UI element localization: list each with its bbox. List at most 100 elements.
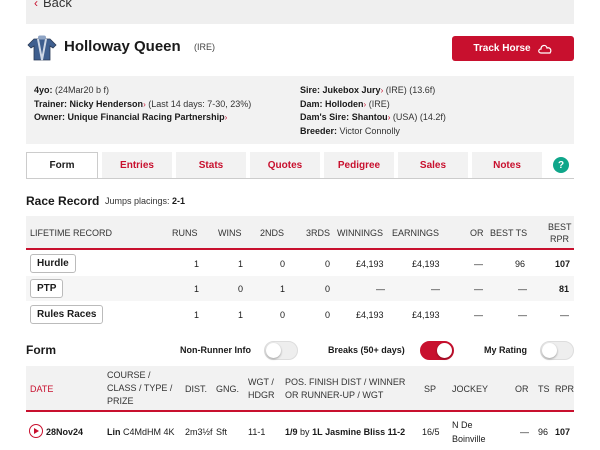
race-type-ptp-button[interactable]: PTP: [30, 279, 64, 298]
sire-link[interactable]: Jukebox Jury: [323, 85, 381, 95]
tab-notes[interactable]: Notes: [472, 152, 542, 179]
toggle-knob: [542, 343, 557, 358]
col-course-2: CLASS / TYPE /: [107, 383, 173, 393]
play-video-icon[interactable]: [29, 424, 43, 438]
help-icon[interactable]: ?: [553, 157, 569, 173]
horse-info-panel: 4yo: (24Mar20 b f) Trainer: Nicky Hender…: [26, 76, 574, 144]
form-row: 28Nov24 Lin C4MdHM 4K 2m3½f Sft 11-1 1/9…: [26, 414, 574, 450]
owner-link[interactable]: Unique Financial Racing Partnership: [68, 112, 225, 122]
col-earnings: EARNINGS: [392, 228, 440, 238]
jumps-placings-label: Jumps placings:: [105, 196, 170, 206]
table-row: PTP 1 0 1 0 — — — — 81: [26, 276, 574, 301]
race-type-rules-races-button[interactable]: Rules Races: [30, 305, 104, 324]
wgt-cell: 11-1: [248, 427, 266, 437]
jumps-placings-value: 2-1: [172, 196, 186, 206]
owner-label: Owner:: [34, 112, 66, 122]
damsire-extra: (USA) (14.2f): [392, 112, 446, 122]
col-runs: RUNS: [172, 228, 198, 238]
tab-sales[interactable]: Sales: [398, 152, 468, 179]
col-best-ts: BEST TS: [490, 228, 528, 238]
cloud-bell-icon: [537, 44, 552, 54]
damsire-label: Dam's Sire:: [300, 112, 350, 122]
cell-2nds: 0: [280, 310, 286, 320]
col-sp: SP: [424, 384, 437, 394]
horse-header: Holloway Queen (IRE) Track Horse: [26, 34, 574, 64]
tab-stats[interactable]: Stats: [176, 152, 246, 179]
cell-or: —: [474, 284, 483, 294]
cell-3rds: 0: [325, 284, 331, 294]
cell-winnings: £4,193: [356, 310, 384, 320]
ts-cell: 96: [538, 427, 549, 437]
toggle-knob: [437, 343, 452, 358]
cell-wins: 0: [238, 284, 244, 294]
dam-label: Dam:: [300, 98, 323, 109]
runner-up-link[interactable]: Jasmine Bliss 11-2: [325, 427, 405, 437]
dist-cell: 2m3½f: [185, 427, 213, 437]
non-runner-info-label: Non-Runner Info: [180, 345, 251, 355]
trainer-link[interactable]: Nicky Henderson: [70, 99, 144, 109]
race-record-title: Race Record: [26, 194, 100, 208]
cell-runs: 1: [194, 259, 200, 269]
col-or: OR: [470, 228, 484, 238]
chevron-left-icon: ‹: [34, 0, 38, 10]
trainer-stats: (Last 14 days: 7-30, 23%): [148, 98, 252, 109]
col-wins: WINS: [218, 228, 242, 238]
cell-or: —: [474, 310, 483, 320]
chevron-right-icon: ›: [387, 113, 391, 122]
cell-best-ts: —: [518, 310, 527, 320]
cell-or: —: [474, 259, 483, 269]
jockey-line1[interactable]: N De: [452, 420, 473, 430]
race-date-link[interactable]: 28Nov24: [46, 427, 83, 437]
col-wgt-2: HDGR: [248, 390, 275, 400]
breaks-label: Breaks (50+ days): [328, 345, 405, 355]
table-row: Rules Races 1 1 0 0 £4,193 £4,193 — — —: [26, 302, 574, 327]
trainer-label: Trainer:: [34, 98, 68, 109]
cell-best-rpr: 81: [559, 284, 570, 294]
form-table-header: DATE COURSE / CLASS / TYPE / PRIZE DIST.…: [26, 366, 574, 412]
back-button[interactable]: ‹ Back: [34, 0, 72, 10]
finish-position: 1/9: [285, 427, 298, 437]
col-course-1: COURSE /: [107, 370, 151, 380]
dam-link[interactable]: Holloden: [325, 99, 364, 109]
track-horse-label: Track Horse: [473, 43, 531, 54]
cell-runs: 1: [194, 284, 200, 294]
sire-extra: (IRE) (13.6f): [385, 85, 436, 95]
cell-best-ts: 96: [515, 259, 526, 269]
horse-name: Holloway Queen: [64, 38, 181, 55]
non-runner-info-toggle[interactable]: [264, 341, 298, 360]
cell-2nds: 0: [280, 259, 286, 269]
breaks-toggle[interactable]: [420, 341, 454, 360]
col-course-3: PRIZE: [107, 396, 134, 406]
my-rating-label: My Rating: [484, 345, 528, 355]
track-horse-button[interactable]: Track Horse: [452, 36, 574, 61]
or-cell: —: [520, 427, 529, 437]
col-winnings: WINNINGS: [337, 228, 383, 238]
cell-best-ts: —: [518, 284, 527, 294]
cell-best-rpr: —: [560, 310, 569, 320]
jockey-silks-icon: [27, 35, 57, 61]
cell-earnings: £4,193: [412, 259, 440, 269]
class-type: C4MdHM 4K: [123, 427, 175, 437]
race-type-hurdle-button[interactable]: Hurdle: [30, 254, 76, 273]
jockey-line2[interactable]: Boinville: [452, 434, 486, 444]
col-ts: TS: [538, 384, 550, 394]
tab-form[interactable]: Form: [26, 152, 98, 179]
col-lifetime: LIFETIME RECORD: [30, 228, 113, 238]
breeder-label: Breeder:: [300, 125, 338, 136]
horse-country: (IRE): [194, 42, 215, 52]
course-link[interactable]: Lin: [107, 427, 121, 437]
race-record-header: LIFETIME RECORD RUNS WINS 2NDS 3RDS WINN…: [26, 216, 574, 250]
col-jockey: JOCKEY: [452, 384, 489, 394]
tab-pedigree[interactable]: Pedigree: [324, 152, 394, 179]
tab-entries[interactable]: Entries: [102, 152, 172, 179]
sp-cell: 16/5: [422, 427, 440, 437]
position-cell: 1/9 by 1L Jasmine Bliss 11-2: [285, 427, 405, 437]
damsire-link[interactable]: Shantou: [352, 112, 388, 122]
chevron-right-icon: ›: [363, 99, 367, 109]
tab-quotes[interactable]: Quotes: [250, 152, 320, 179]
sire-label: Sire:: [300, 85, 321, 95]
my-rating-toggle[interactable]: [540, 341, 574, 360]
rpr-cell: 107: [555, 427, 571, 437]
col-going: GNG.: [216, 384, 240, 394]
cell-runs: 1: [194, 310, 200, 320]
